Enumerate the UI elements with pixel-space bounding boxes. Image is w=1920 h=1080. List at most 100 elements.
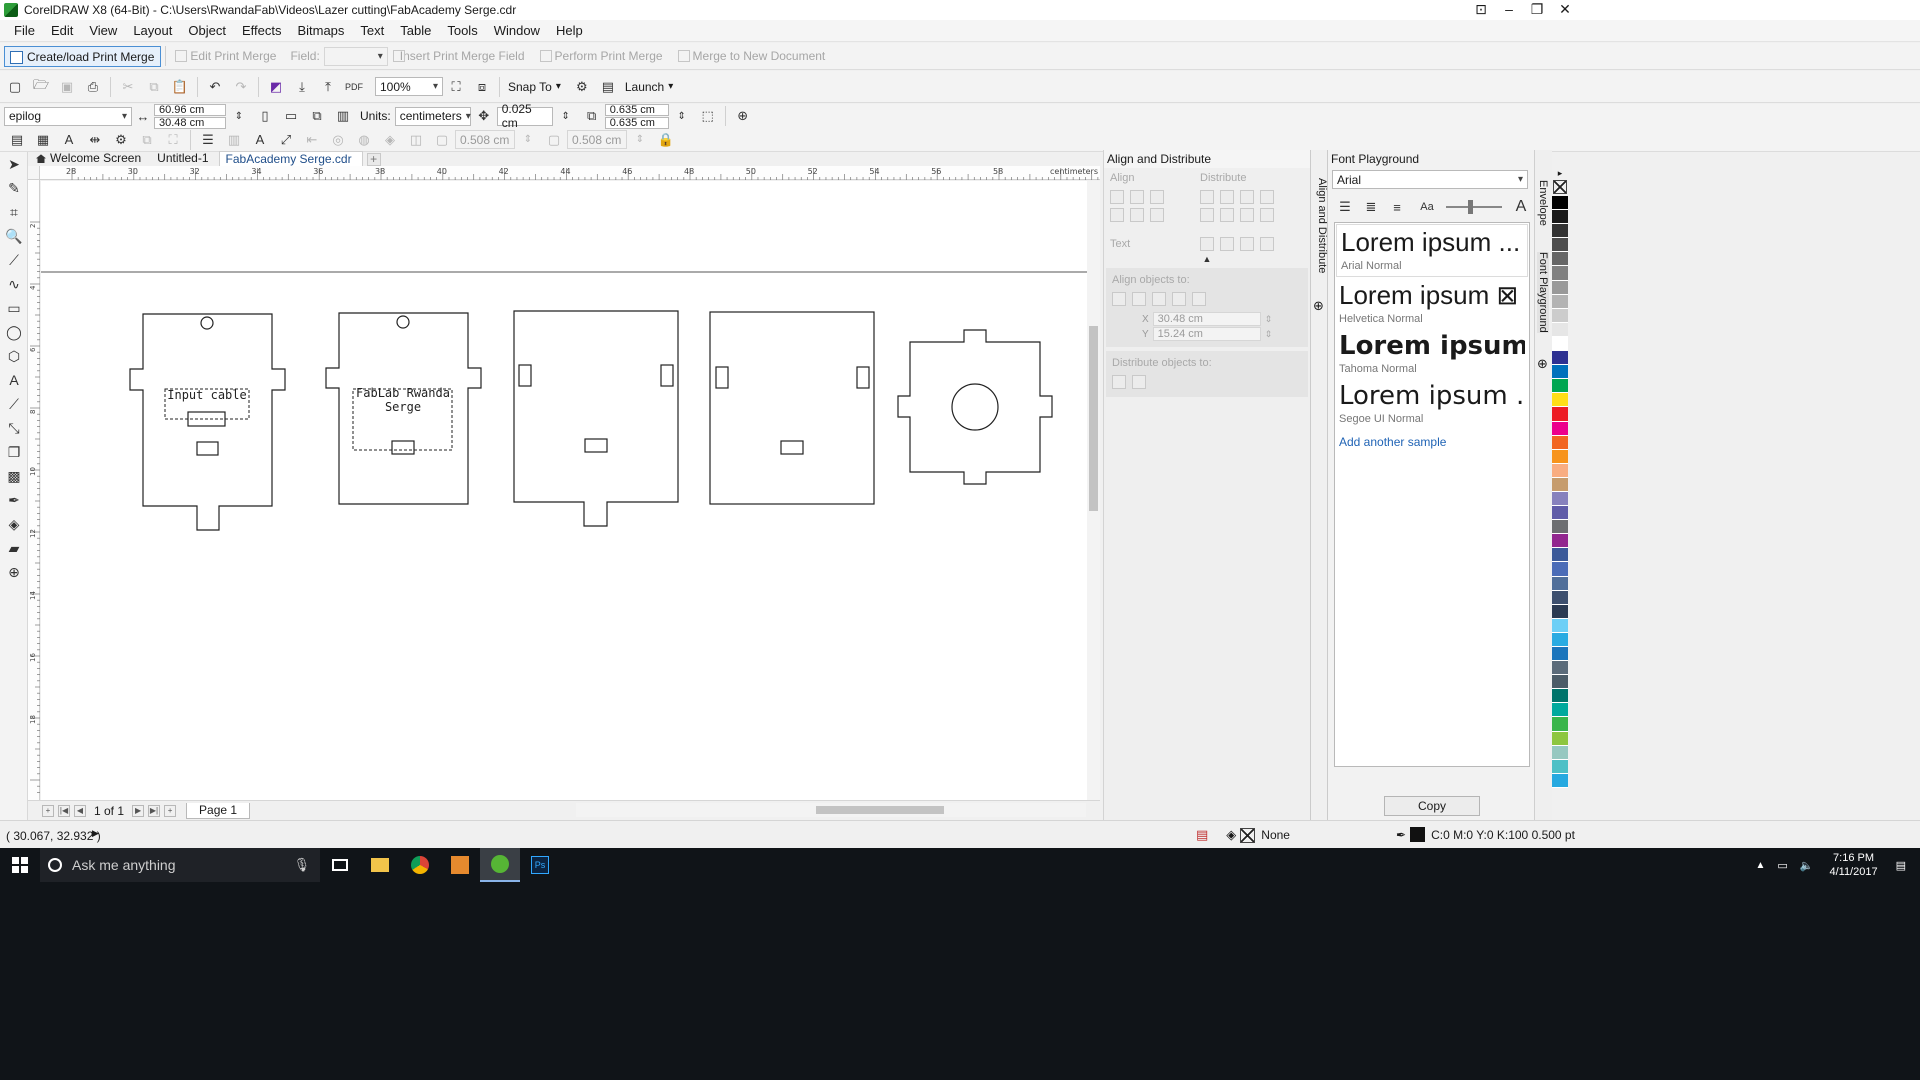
color-swatch[interactable] [1552,562,1568,577]
distribute-center-icon[interactable] [1220,190,1234,204]
color-swatch[interactable] [1552,773,1568,788]
copy-icon[interactable]: ⧉ [145,78,163,96]
color-swatch[interactable] [1552,618,1568,633]
x-coordinate-input[interactable]: 30.48 cm [1152,312,1261,326]
color-swatch[interactable] [1552,590,1568,605]
outline-icon[interactable]: ▢ [433,131,451,149]
paragraph-icon[interactable]: ☰ [199,131,217,149]
perform-print-merge-button[interactable]: Perform Print Merge [535,49,673,63]
tab-slot[interactable] [196,441,219,456]
grid-icon[interactable] [1172,292,1186,306]
treat-as-filled-icon[interactable]: ⬚ [699,107,717,125]
crop-tool-icon[interactable]: ⌗ [0,200,28,224]
list-item[interactable]: Lorem ipsum ⊠ Helvetica Normal [1335,278,1529,329]
transparency-icon[interactable]: ▩ [0,464,28,488]
chevron-down-icon[interactable]: ▾ [668,81,673,92]
list-item[interactable]: Lorem ipsum ... Tahoma Normal [1335,329,1529,379]
create-load-print-merge-button[interactable]: Create/load Print Merge [4,45,162,67]
color-swatch[interactable] [1552,491,1568,507]
launch-button[interactable]: Launch [621,80,668,94]
color-swatch[interactable] [1552,421,1568,436]
collapse-arrow-icon[interactable]: ▲ [1104,254,1310,264]
horizontal-ruler[interactable]: 28 30 32 34 36 38 40 42 44 46 48 50 52 54 56 58 centimet… [40,166,1100,180]
label-fablab-rwanda[interactable]: FabLab Rwanda [356,386,450,400]
tab-welcome-screen[interactable]: Welcome Screen [28,151,151,166]
copy-button[interactable]: Copy [1384,796,1480,816]
tab-slot[interactable] [391,440,415,455]
color-swatch[interactable] [1552,351,1568,366]
duplicate-y-input[interactable]: 0.635 cm [604,116,669,129]
launch-icon[interactable]: ▤ [599,78,617,96]
edit-print-merge-button[interactable]: Edit Print Merge [170,49,286,63]
media-player-icon[interactable] [440,848,480,882]
color-swatch[interactable] [1552,379,1568,394]
add-docker-icon[interactable]: ⊕ [1537,356,1548,372]
spinner-icon[interactable]: ⇕ [519,131,537,149]
menu-edit[interactable]: Edit [43,21,81,41]
duplicate-spinner-icon[interactable]: ⇕ [673,107,691,125]
menu-view[interactable]: View [81,21,125,41]
print-icon[interactable]: ⎙ [84,78,102,96]
color-swatch[interactable] [1552,477,1568,492]
color-swatch[interactable] [1552,731,1568,746]
chevron-down-icon[interactable]: ▾ [556,81,561,92]
chrome-icon[interactable] [400,848,440,882]
text-tool-icon[interactable]: A [0,368,28,392]
add-docker-icon[interactable]: ⊕ [1313,298,1324,314]
lock-icon[interactable]: 🔒 [657,131,675,149]
search-content-icon[interactable]: ◩ [267,78,285,96]
text-format-icon[interactable]: A [251,131,269,149]
transform-icon[interactable]: ⧉ [138,131,156,149]
simplify-icon[interactable]: ◫ [407,131,425,149]
page-extent-icon[interactable] [1132,375,1146,389]
cortana-search-box[interactable]: Ask me anything 🎙 [40,848,320,882]
add-tab-icon[interactable]: + [366,153,381,166]
text-bbox-icon[interactable] [1240,237,1254,251]
zoom-level-select[interactable]: 100% [375,77,443,96]
outline-indicator[interactable]: ✒ C:0 M:0 Y:0 K:100 0.500 pt [1396,827,1575,842]
no-color-swatch-icon[interactable] [1553,180,1567,194]
align-top-icon[interactable] [1110,208,1124,222]
label-serge[interactable]: Serge [385,400,421,414]
color-swatch[interactable] [1552,336,1568,352]
redo-icon[interactable]: ↷ [232,78,250,96]
landscape-icon[interactable]: ▭ [282,107,300,125]
options-gear-icon[interactable]: ⚙ [573,78,591,96]
full-screen-icon[interactable]: ⛶ [447,78,465,96]
task-view-icon[interactable] [320,848,360,882]
color-swatch[interactable] [1552,308,1568,323]
color-swatch[interactable] [1552,759,1568,774]
color-swatch[interactable] [1552,463,1568,478]
dimension-spinner-icon[interactable]: ⇕ [230,107,248,125]
tab-slot[interactable] [584,438,608,453]
undo-icon[interactable]: ↶ [206,78,224,96]
cut-icon[interactable]: ✂ [119,78,137,96]
distribute-right-icon[interactable] [1260,190,1274,204]
large-font-icon[interactable]: A [1512,198,1530,216]
active-objects-icon[interactable] [1112,292,1126,306]
paste-icon[interactable]: 📋 [171,78,189,96]
play-arrow-icon[interactable]: ▶ [92,828,99,839]
menu-effects[interactable]: Effects [234,21,290,41]
y-spinner-icon[interactable]: ⇕ [1265,329,1273,340]
menu-object[interactable]: Object [180,21,234,41]
zoom-page-icon[interactable]: ⧈ [473,78,491,96]
interactive-fill-icon[interactable]: ◈ [0,512,28,536]
insert-print-merge-field-button[interactable]: Insert Print Merge Field [388,49,535,63]
part-cross-plate[interactable] [897,329,1053,485]
color-swatch[interactable] [1552,675,1568,690]
save-icon[interactable]: ▣ [58,78,76,96]
align-left-icon[interactable] [1110,190,1124,204]
y-coordinate-input[interactable]: 15.24 cm [1152,327,1261,341]
menu-table[interactable]: Table [392,21,439,41]
color-swatch[interactable] [1552,449,1568,464]
nudge-spinner-icon[interactable]: ⇕ [557,107,575,125]
paragraph-view-icon[interactable]: ≣ [1362,198,1380,216]
align-bottom-icon[interactable] [1150,208,1164,222]
rectangle-tool-icon[interactable]: ▭ [0,296,28,320]
drop-shadow-icon[interactable]: ❐ [0,440,28,464]
side-slot-right[interactable] [856,366,870,389]
vertical-scrollbar[interactable] [1087,181,1100,800]
color-swatch[interactable] [1552,365,1568,380]
color-swatch[interactable] [1552,647,1568,662]
